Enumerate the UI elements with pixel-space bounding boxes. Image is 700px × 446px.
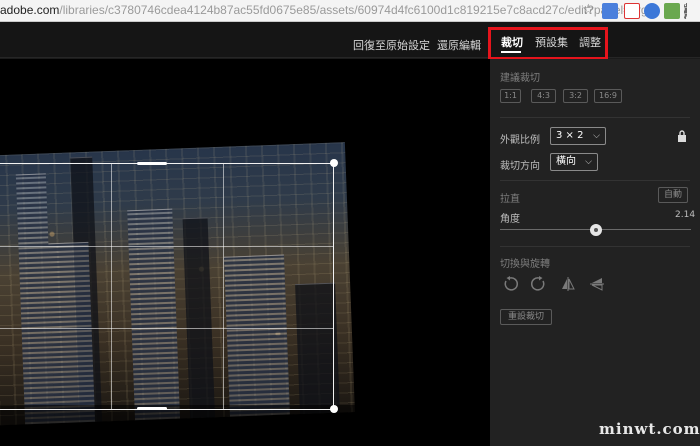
auto-straighten-button[interactable]: 自動 — [658, 187, 688, 203]
lock-icon[interactable] — [677, 130, 687, 142]
flip-horizontal-icon[interactable] — [560, 276, 576, 292]
suggested-crop-title: 建議裁切 — [500, 73, 540, 84]
panel-divider — [500, 117, 690, 118]
ratio-1-1-button[interactable]: 1:1 — [500, 89, 521, 103]
chevron-down-icon: ⌵ — [585, 157, 592, 167]
chevron-down-icon: ⌵ — [593, 131, 600, 141]
extension-gmail-icon[interactable] — [624, 3, 640, 19]
flip-rotate-title: 切換與旋轉 — [500, 259, 550, 270]
straighten-title: 拉直 — [500, 194, 520, 205]
revert-edits-button[interactable]: 還原編輯 — [437, 37, 481, 53]
ratio-4-3-button[interactable]: 4:3 — [531, 89, 556, 103]
angle-value: 2.14 — [675, 210, 696, 220]
crop-box[interactable] — [0, 159, 338, 413]
panel-divider — [500, 180, 690, 181]
crop-edge-handle-bottom[interactable] — [137, 407, 167, 410]
tab-crop[interactable]: 裁切 — [501, 34, 523, 50]
reset-original-button[interactable]: 回復至原始設定 — [353, 37, 430, 53]
crop-corner-handle-bottom-right[interactable] — [330, 405, 338, 413]
crop-grid-line — [0, 328, 333, 329]
panel-divider — [500, 246, 690, 247]
crop-corner-handle-top-right[interactable] — [330, 159, 338, 167]
bookmark-star-icon[interactable]: ☆ — [582, 2, 595, 18]
url-path: /libraries/c3780746cdea4124b87ac55fd0675… — [59, 3, 658, 17]
rotate-right-icon[interactable] — [531, 276, 547, 292]
angle-label: 角度 — [500, 214, 520, 225]
crop-edge-handle-top[interactable] — [137, 162, 167, 165]
ratio-3-2-button[interactable]: 3:2 — [563, 89, 588, 103]
angle-slider-thumb[interactable] — [589, 224, 602, 236]
crop-grid-line — [223, 164, 224, 409]
orientation-label: 裁切方向 — [500, 161, 540, 172]
aspect-ratio-label: 外觀比例 — [500, 135, 540, 146]
orientation-select[interactable]: 橫向 ⌵ — [550, 153, 598, 171]
extension-translate-icon[interactable] — [602, 3, 618, 19]
browser-menu-icon[interactable] — [684, 3, 688, 19]
watermark-text: minwt.com — [599, 420, 700, 438]
url-host: adobe.com — [0, 3, 60, 17]
active-tab-indicator — [501, 51, 521, 53]
crop-grid-line — [111, 164, 112, 409]
rotate-left-icon[interactable] — [502, 276, 518, 292]
reset-crop-button[interactable]: 重設裁切 — [500, 309, 552, 325]
aspect-ratio-value: 3 × 2 — [556, 130, 584, 141]
tab-adjust[interactable]: 調整 — [579, 34, 601, 50]
ratio-16-9-button[interactable]: 16:9 — [594, 89, 622, 103]
extension-profile-icon[interactable] — [644, 3, 660, 19]
flip-vertical-icon[interactable] — [589, 276, 605, 292]
orientation-value: 橫向 — [556, 156, 576, 167]
browser-address-bar[interactable]: adobe.com/libraries/c3780746cdea4124b87a… — [0, 0, 700, 22]
crop-outside-dim — [0, 405, 490, 446]
aspect-ratio-select[interactable]: 3 × 2 ⌵ — [550, 127, 606, 145]
url-field[interactable]: adobe.com/libraries/c3780746cdea4124b87a… — [0, 3, 658, 17]
crop-grid-line — [0, 246, 333, 247]
tab-presets[interactable]: 預設集 — [535, 34, 568, 50]
extension-download-icon[interactable] — [664, 3, 680, 19]
